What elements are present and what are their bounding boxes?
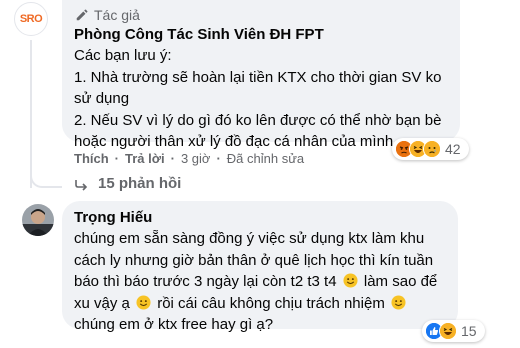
comment-line: chúng em sẵn sàng đồng ý việc sử dụng kt…: [74, 230, 425, 247]
thread-curve: [30, 168, 62, 188]
comment-line: chúng em ở ktx free hay gì ạ?: [74, 316, 274, 333]
separator-dot: ·: [170, 151, 175, 166]
haha-emoji-icon: [439, 322, 457, 340]
smiley-emoji-icon: [391, 294, 406, 310]
sro-logo: SRO: [19, 13, 43, 25]
pencil-icon: [74, 7, 90, 23]
view-replies-link[interactable]: 15 phản hồi: [74, 175, 181, 192]
separator-dot: ·: [114, 151, 120, 166]
reply-arrow-icon: [74, 177, 88, 191]
smiley-emoji-icon: [343, 273, 358, 288]
sad-emoji-icon: [423, 140, 441, 158]
avatar[interactable]: [22, 204, 54, 236]
smiley-emoji-icon: [136, 294, 151, 310]
edited-label: Đã chỉnh sửa: [226, 151, 305, 166]
comment-line: Các bạn lưu ý:: [74, 47, 172, 64]
comment-line: cách ly nhưng giờ bản thân ở quê lịch họ…: [74, 251, 434, 269]
comment-text: chúng em sẵn sàng đồng ý việc sử dụng kt…: [74, 228, 454, 336]
badge-label: Tác giả: [94, 7, 140, 23]
comment-text-segment: báo thì báo trước 3 ngày lại còn t2 t3 t…: [74, 273, 341, 290]
reply-button[interactable]: Trả lời: [125, 151, 165, 166]
like-button[interactable]: Thích: [74, 151, 109, 166]
author-badge: Tác giả: [74, 7, 140, 23]
reaction-summary[interactable]: 42: [392, 138, 469, 160]
comment-line: sử dụng: [74, 90, 130, 107]
reaction-count: 42: [445, 141, 461, 157]
comment-author[interactable]: Phòng Công Tác Sinh Viên ĐH FPT: [74, 26, 324, 43]
reaction-count: 15: [461, 323, 477, 339]
comment-text-segment: rồi cái câu không chịu trách nhiệm: [153, 294, 389, 312]
comment-text-segment: xu vậy ạ: [74, 294, 135, 312]
comment-timestamp[interactable]: 3 giờ: [181, 151, 211, 166]
replies-count: 15 phản hồi: [98, 175, 182, 192]
comment-author[interactable]: Trọng Hiếu: [74, 209, 152, 226]
comment-line: 2. Nếu SV vì lý do gì đó ko lên được có …: [74, 111, 442, 129]
reaction-summary[interactable]: 15: [422, 320, 485, 342]
avatar[interactable]: SRO: [14, 2, 48, 36]
thread-line: [30, 40, 32, 188]
comment-line: xu vậy ạ rồi cái câu không chịu trách nh…: [74, 293, 454, 315]
comment-line: 1. Nhà trường sẽ hoàn lại tiền KTX cho t…: [74, 68, 442, 86]
comment-line: báo thì báo trước 3 ngày lại còn t2 t3 t…: [74, 271, 454, 293]
separator-dot: ·: [216, 151, 221, 166]
comment-text: Các bạn lưu ý: 1. Nhà trường sẽ hoàn lại…: [74, 45, 454, 153]
comment-actions: Thích · Trả lời · 3 giờ · Đã chỉnh sửa: [74, 151, 304, 166]
comment-text-segment: làm sao để: [359, 273, 438, 290]
